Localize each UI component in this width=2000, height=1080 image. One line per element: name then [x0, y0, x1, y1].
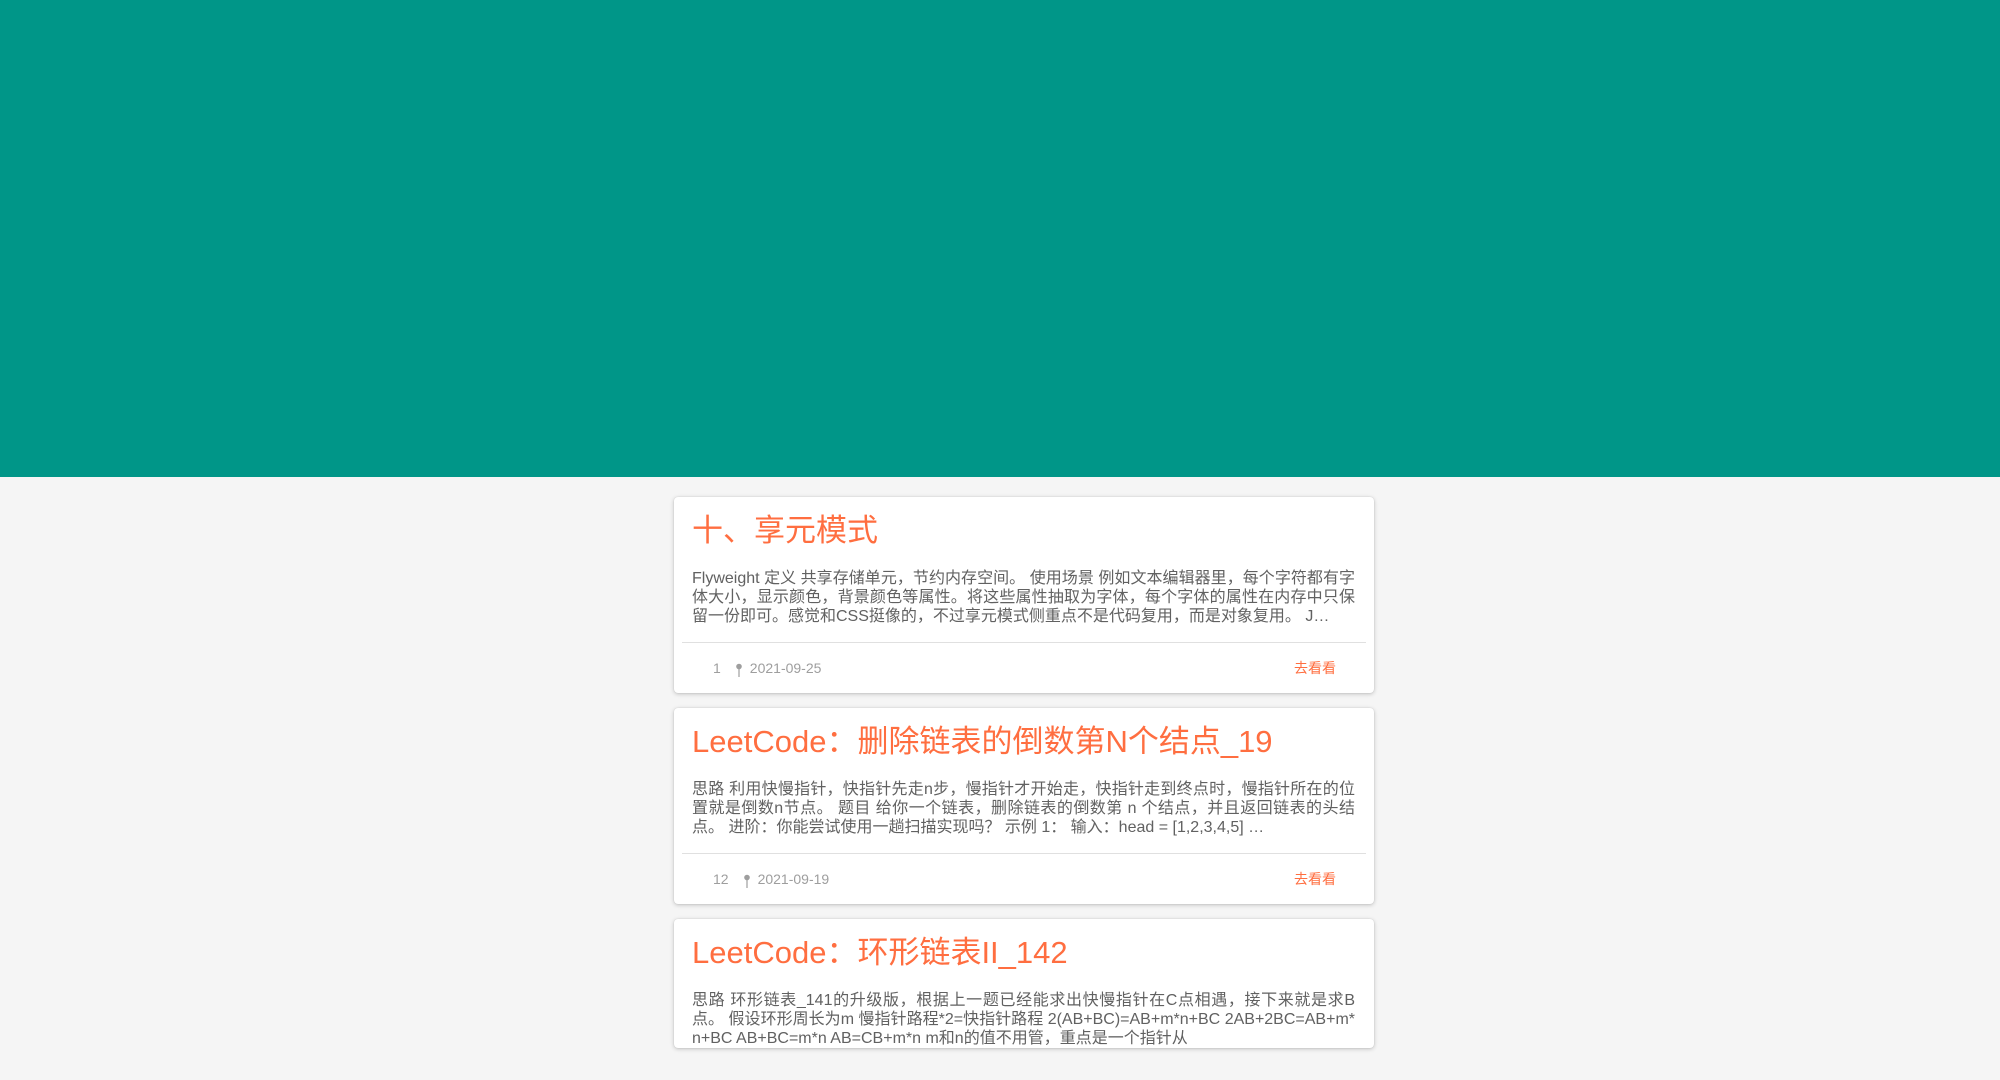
post-card: LeetCode：删除链表的倒数第N个结点_19 思路 利用快慢指针，快指针先走…: [674, 708, 1374, 904]
post-date: 2021-09-19: [757, 871, 830, 887]
post-excerpt: 思路 利用快慢指针，快指针先走n步，慢指针才开始走，快指针走到终点时，慢指针所在…: [692, 781, 1355, 836]
post-list: 十、享元模式 Flyweight 定义 共享存储单元，节约内存空间。 使用场景 …: [674, 497, 1374, 1063]
post-footer: 1 2021-09-25 去看看: [674, 643, 1374, 693]
post-card-body: LeetCode：删除链表的倒数第N个结点_19 思路 利用快慢指针，快指针先走…: [674, 708, 1374, 837]
post-card-body: LeetCode：环形链表II_142 思路 环形链表_141的升级版，根据上一…: [674, 919, 1374, 1048]
post-date: 2021-09-25: [749, 660, 822, 676]
view-count: 1: [713, 660, 721, 676]
post-card-body: 十、享元模式 Flyweight 定义 共享存储单元，节约内存空间。 使用场景 …: [674, 497, 1374, 626]
post-footer: 12 2021-09-19 去看看: [674, 854, 1374, 904]
post-excerpt: 思路 环形链表_141的升级版，根据上一题已经能求出快慢指针在C点相遇，接下来就…: [692, 992, 1355, 1047]
header-banner: [0, 0, 2000, 477]
post-excerpt: Flyweight 定义 共享存储单元，节约内存空间。 使用场景 例如文本编辑器…: [692, 570, 1355, 625]
post-title[interactable]: LeetCode：删除链表的倒数第N个结点_19: [692, 722, 1355, 762]
view-count: 12: [713, 871, 729, 887]
read-more-link[interactable]: 去看看: [1294, 658, 1336, 678]
post-card: 十、享元模式 Flyweight 定义 共享存储单元，节约内存空间。 使用场景 …: [674, 497, 1374, 693]
post-title[interactable]: 十、享元模式: [692, 511, 1355, 551]
pin-icon: [735, 663, 743, 677]
post-card: LeetCode：环形链表II_142 思路 环形链表_141的升级版，根据上一…: [674, 919, 1374, 1048]
pin-icon: [743, 874, 751, 888]
read-more-link[interactable]: 去看看: [1294, 869, 1336, 889]
post-title[interactable]: LeetCode：环形链表II_142: [692, 933, 1355, 973]
